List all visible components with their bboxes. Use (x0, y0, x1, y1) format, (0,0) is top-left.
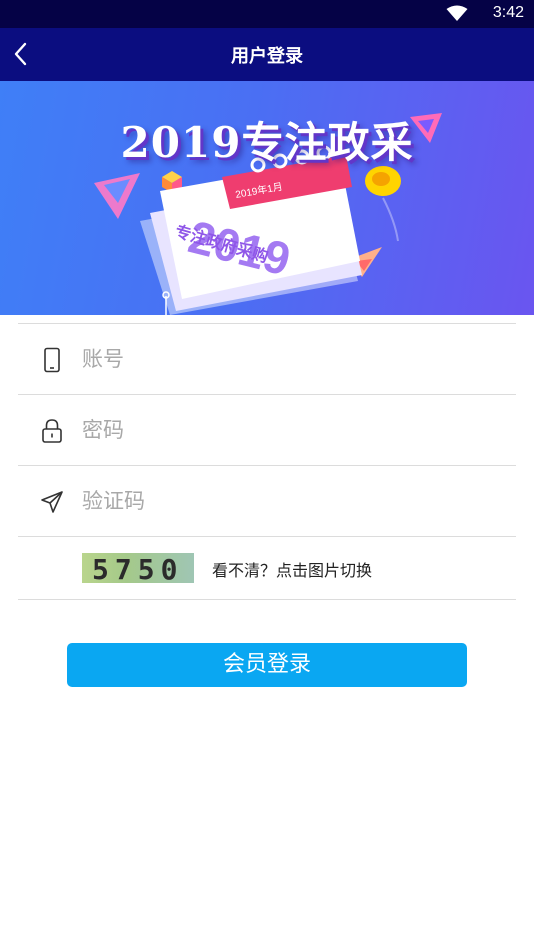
banner-headline: 2019专注政采 (120, 118, 414, 167)
status-bar: 3:42 (0, 0, 534, 28)
password-row (18, 395, 516, 465)
phone-icon (44, 347, 60, 373)
captcha-refresh-hint: 看不清？点击图片切换 (212, 561, 373, 580)
captcha-input[interactable] (82, 480, 502, 522)
account-row (18, 324, 516, 394)
divider (18, 599, 516, 600)
password-input[interactable] (82, 409, 502, 451)
captcha-code: 5750 (92, 553, 184, 583)
wifi-icon (446, 5, 468, 21)
send-icon (41, 491, 63, 513)
login-form: 5750 看不清？点击图片切换 (18, 323, 516, 600)
captcha-row: 5750 看不清？点击图片切换 (18, 537, 516, 599)
captcha-image[interactable]: 5750 (82, 553, 194, 583)
captcha-input-row (18, 466, 516, 536)
page-title: 用户登录 (231, 46, 303, 67)
member-login-button[interactable]: 会员登录 (67, 643, 467, 687)
status-time: 3:42 (492, 4, 524, 21)
promo-banner: 2019年1月 2019 专注政府采购 2019专注政采 (0, 81, 534, 315)
lock-icon (42, 419, 62, 443)
nav-bar: 用户登录 (0, 28, 534, 81)
account-input[interactable] (82, 338, 502, 380)
